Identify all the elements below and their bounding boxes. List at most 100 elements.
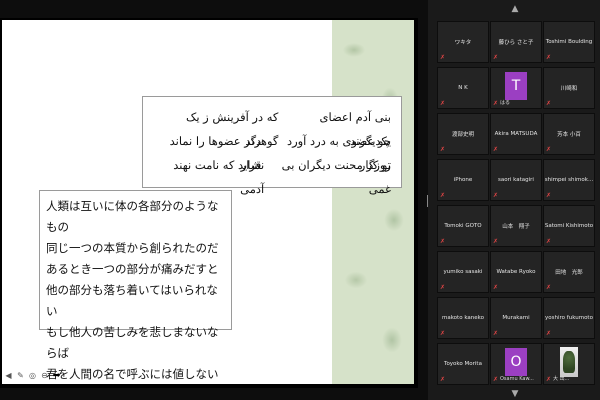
- japanese-line: もし他人の苦しみを悲しまないならば: [46, 325, 219, 360]
- screen-share-area: بنی آدم اعضای یکدیگرند که در آفرینش ز یک …: [0, 18, 418, 388]
- muted-mic-icon: ✗: [440, 146, 446, 153]
- muted-mic-icon: ✗: [546, 238, 552, 245]
- next-slide-icon[interactable]: ➡: [52, 371, 61, 381]
- muted-mic-icon: ✗: [440, 238, 446, 245]
- participant-tile[interactable]: 山本 翔子 ✗: [490, 205, 542, 247]
- slide-floral-pattern: [332, 20, 414, 384]
- participant-name: makoto kaneko: [441, 315, 485, 321]
- japanese-line: 人類は互いに体の各部分のようなもの: [46, 199, 219, 234]
- participant-tile[interactable]: Toshimi Boulding ✗: [543, 21, 595, 63]
- participant-tile[interactable]: 田地 光郎 ✗: [543, 251, 595, 293]
- persian-verse-row: تو کز محنت دیگران بی غمی نشاید که نامت نه…: [143, 153, 401, 196]
- participant-tile[interactable]: Akira MATSUDA ✗: [490, 113, 542, 155]
- muted-mic-icon: ✗: [440, 192, 446, 199]
- participant-name: Osamu Kaw...: [500, 376, 534, 382]
- muted-mic-icon: ✗: [546, 146, 552, 153]
- participant-name: 渡部史明: [451, 132, 474, 138]
- participant-name: Toshimi Boulding: [545, 39, 593, 45]
- menu-circle-icon[interactable]: ⊖: [40, 371, 49, 380]
- participant-tile[interactable]: Toyoko Morita ✗: [437, 343, 489, 385]
- participant-name: 山本 翔子: [502, 224, 530, 230]
- muted-mic-icon: ✗: [440, 54, 446, 61]
- participant-tile[interactable]: Satomi Kishimoto ✗: [543, 205, 595, 247]
- participant-name: Satomi Kishimoto: [544, 223, 594, 229]
- participant-avatar: T: [505, 72, 527, 100]
- participant-tile[interactable]: shimpei shimok... ✗: [543, 159, 595, 201]
- verse-second-hemistich: که در آفرینش ز یک گوهرند: [186, 110, 279, 148]
- muted-mic-icon: ✗: [546, 284, 552, 291]
- participant-name: 芳本 小百: [557, 132, 581, 138]
- participant-name: iPhone: [453, 177, 473, 183]
- japanese-line: 君を人間の名で呼ぶには値しない: [46, 367, 219, 381]
- participant-name: Toyoko Morita: [444, 361, 482, 367]
- participant-name: Murakami: [502, 315, 530, 321]
- japanese-line: 同じ一つの本質から創られたのだ: [46, 241, 219, 255]
- verse-first-hemistich: چو عضوی به درد آورد روزگار: [286, 134, 391, 172]
- muted-mic-icon: ✗: [493, 54, 499, 61]
- participant-tile[interactable]: 川崎和 ✗: [543, 67, 595, 109]
- participant-name: saori katagiri: [498, 177, 534, 183]
- participant-tile[interactable]: yumiko sasaki ✗: [437, 251, 489, 293]
- japanese-translation-box: 人類は互いに体の各部分のようなもの同じ一つの本質から創られたのだ あるとき一つの部…: [39, 190, 232, 381]
- participant-name: Tomoki GOTO: [444, 223, 482, 229]
- participant-tile[interactable]: N K ✗: [437, 67, 489, 109]
- participant-tile[interactable]: Murakami ✗: [490, 297, 542, 339]
- participant-name: N K: [458, 85, 468, 91]
- muted-mic-icon: ✗: [493, 284, 499, 291]
- prev-slide-icon[interactable]: ◀: [4, 371, 13, 380]
- japanese-line: あるとき一つの部分が痛みだすと: [46, 262, 219, 276]
- plant-image: [563, 351, 575, 373]
- muted-mic-icon: ✗: [440, 376, 446, 383]
- muted-mic-icon: ✗: [440, 100, 446, 107]
- participant-tile[interactable]: saori katagiri ✗: [490, 159, 542, 201]
- participant-tile[interactable]: makoto kaneko ✗: [437, 297, 489, 339]
- verse-first-hemistich: تو کز محنت دیگران بی غمی: [281, 158, 391, 196]
- gallery-scroll-down-icon[interactable]: ▼: [508, 388, 522, 400]
- participant-tile[interactable]: ワキタ ✗: [437, 21, 489, 63]
- participant-name: Akira MATSUDA: [494, 131, 538, 137]
- slide-toolbar: ◀ ✎ ◎ ⊖ ➡: [4, 371, 61, 381]
- muted-mic-icon: ✗: [546, 192, 552, 199]
- participant-video-thumbnail: [560, 347, 578, 377]
- participant-tile[interactable]: O ✗ Osamu Kaw...: [490, 343, 542, 385]
- muted-mic-icon: ✗: [493, 146, 499, 153]
- verse-first-hemistich: بنی آدم اعضای یکدیگرند: [319, 110, 391, 148]
- muted-mic-icon: ✗: [493, 330, 499, 337]
- participant-gallery: ▲ ワキタ ✗ 藤ひら さと子 ✗ Toshimi Boulding ✗ N K ✗ T ✗ はる 川…: [428, 0, 600, 400]
- participant-tile[interactable]: iPhone ✗: [437, 159, 489, 201]
- pointer-circle-icon[interactable]: ◎: [28, 371, 37, 380]
- participant-tile[interactable]: yoshiro fukumoto ✗: [543, 297, 595, 339]
- persian-poem-box: بنی آدم اعضای یکدیگرند که در آفرینش ز یک …: [142, 96, 402, 196]
- participant-name: 藤ひら さと子: [498, 40, 534, 46]
- muted-mic-icon: ✗: [440, 330, 446, 337]
- participant-tile[interactable]: ✗ 大 出...: [543, 343, 595, 385]
- muted-mic-icon: ✗: [493, 376, 499, 383]
- muted-mic-icon: ✗: [440, 284, 446, 291]
- participant-tile[interactable]: 渡部史明 ✗: [437, 113, 489, 155]
- verse-second-hemistich: دگر عضوها را نماند قرار: [169, 134, 262, 172]
- muted-mic-icon: ✗: [493, 238, 499, 245]
- muted-mic-icon: ✗: [546, 54, 552, 61]
- muted-mic-icon: ✗: [493, 192, 499, 199]
- muted-mic-icon: ✗: [546, 376, 552, 383]
- persian-verse-row: چو عضوی به درد آورد روزگار دگر عضوها را ن…: [143, 129, 401, 172]
- participant-name: shimpei shimok...: [544, 177, 594, 183]
- participant-name: 田地 光郎: [555, 270, 583, 276]
- muted-mic-icon: ✗: [493, 100, 499, 107]
- participant-name: 川崎和: [560, 86, 578, 92]
- participant-tile[interactable]: T ✗ はる: [490, 67, 542, 109]
- participant-tile[interactable]: 芳本 小百 ✗: [543, 113, 595, 155]
- pen-icon[interactable]: ✎: [16, 371, 25, 380]
- presentation-slide: بنی آدم اعضای یکدیگرند که در آفرینش ز یک …: [2, 20, 414, 384]
- participant-name: はる: [500, 100, 511, 106]
- meeting-window: بنی آدم اعضای یکدیگرند که در آفرینش ز یک …: [0, 0, 600, 400]
- verse-second-hemistich: نشاید که نامت نهند آدمی: [173, 158, 265, 196]
- japanese-line: 他の部分も落ち着いてはいられない: [46, 283, 218, 318]
- participant-tile[interactable]: 藤ひら さと子 ✗: [490, 21, 542, 63]
- participant-tile[interactable]: Tomoki GOTO ✗: [437, 205, 489, 247]
- participant-name: yoshiro fukumoto: [545, 315, 593, 321]
- gallery-scroll-up-icon[interactable]: ▲: [508, 3, 522, 15]
- participant-name: ワキタ: [454, 40, 472, 46]
- participant-name: Watabe Ryoko: [496, 269, 536, 275]
- participant-tile[interactable]: Watabe Ryoko ✗: [490, 251, 542, 293]
